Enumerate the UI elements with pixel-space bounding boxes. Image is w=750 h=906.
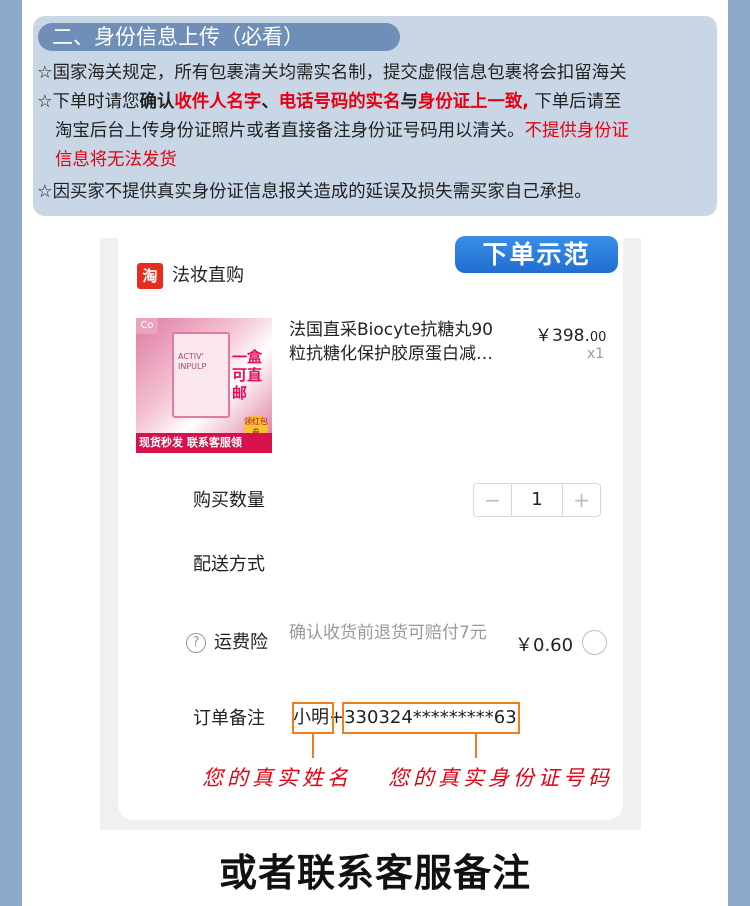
demo-badge: 下单示范 <box>455 236 618 273</box>
hint-real-id: 您的真实身份证号码 <box>388 766 613 790</box>
taobao-logo-icon: 淘 <box>137 263 163 289</box>
quantity-input[interactable]: 1 <box>511 484 563 516</box>
notice-title: 二、身份信息上传（必看） <box>38 23 400 51</box>
footer-text: 或者联系客服备注 <box>218 851 531 895</box>
product-box-label: ACTIV' INPULP <box>178 352 207 371</box>
notice-line-3: 淘宝后台上传身份证照片或者直接备注身份证号码用以清关。不提供身份证 <box>55 121 629 141</box>
product-price: ￥398.00 <box>535 326 607 346</box>
help-icon[interactable]: ? <box>186 633 206 653</box>
right-border <box>728 0 750 906</box>
order-note-label: 订单备注 <box>193 708 265 729</box>
notice-line-1: ☆国家海关规定，所有包裹清关均需实名制，提交虚假信息包裹将会扣留海关 <box>37 63 627 83</box>
name-highlight-box <box>292 702 334 734</box>
product-image-banner: 现货秒发 联系客服领 <box>136 433 272 453</box>
minus-button[interactable]: − <box>474 484 511 516</box>
quantity-label: 购买数量 <box>193 490 265 511</box>
quantity-stepper: − 1 + <box>473 483 601 517</box>
insurance-description: 确认收货前退货可赔付7元 <box>289 623 487 643</box>
name-pointer-line <box>312 734 314 758</box>
left-border <box>0 0 22 906</box>
product-image-tag: Co <box>136 318 158 334</box>
insurance-radio[interactable] <box>582 630 607 655</box>
product-quantity: x1 <box>587 346 605 362</box>
shop-name[interactable]: 法妆直购 <box>172 263 244 289</box>
notice-line-5: ☆因买家不提供真实身份证信息报关造成的延误及损失需买家自己承担。 <box>37 182 592 202</box>
product-stamp: 一盒可直邮 <box>232 348 263 402</box>
product-title[interactable]: 法国直采Biocyte抗糖丸90粒抗糖化保护胶原蛋白减… <box>289 318 509 366</box>
hint-real-name: 您的真实姓名 <box>202 766 352 790</box>
id-highlight-box <box>342 702 520 734</box>
product-image[interactable]: Co ACTIV' INPULP 一盒可直邮 领红包券 现货秒发 联系客服领 <box>136 318 272 453</box>
notice-line-4: 信息将无法发货 <box>55 150 177 170</box>
insurance-label: 运费险 <box>214 632 268 653</box>
plus-button[interactable]: + <box>563 484 600 516</box>
insurance-price: ￥0.60 <box>515 635 574 656</box>
id-pointer-line <box>475 734 477 758</box>
notice-line-2: ☆下单时请您确认收件人名字、电话号码的实名与身份证上一致, 下单后请至 <box>37 92 622 112</box>
product-box-graphic <box>172 332 230 418</box>
shipping-label[interactable]: 配送方式 <box>193 552 265 578</box>
